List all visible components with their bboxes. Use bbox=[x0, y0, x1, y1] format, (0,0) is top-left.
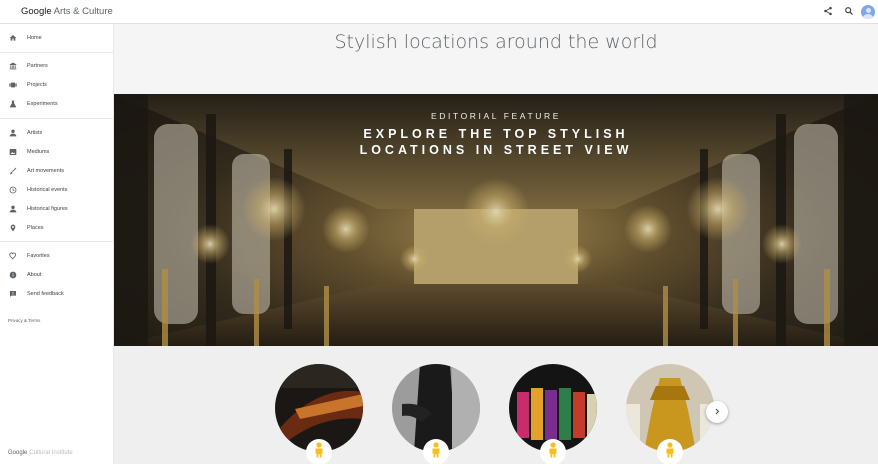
nav-item-label: Mediums bbox=[27, 149, 50, 155]
pegman-badge[interactable] bbox=[423, 439, 449, 464]
chevron-right-icon bbox=[713, 403, 722, 421]
brand-product: Arts & Culture bbox=[53, 6, 113, 17]
nav-item-art-movements[interactable]: Art movements bbox=[0, 163, 113, 179]
navigation-drawer: Home Partners Projects Experiments Artis… bbox=[0, 24, 114, 464]
nav-item-label: Art movements bbox=[27, 168, 64, 174]
brand-google: Google bbox=[21, 6, 52, 17]
person-icon bbox=[9, 129, 17, 137]
heart-icon bbox=[9, 252, 17, 260]
footer-brand-google: Google bbox=[8, 450, 28, 456]
pegman-badge[interactable] bbox=[306, 439, 332, 464]
nav-item-home[interactable]: Home bbox=[0, 30, 113, 46]
nav-item-label: Historical figures bbox=[27, 206, 68, 212]
pegman-icon bbox=[664, 441, 676, 463]
nav-item-label: Artists bbox=[27, 130, 43, 136]
nav-item-label: Favorites bbox=[27, 253, 50, 259]
divider bbox=[0, 241, 113, 242]
nav-item-mediums[interactable]: Mediums bbox=[0, 144, 113, 160]
clock-icon bbox=[9, 186, 17, 194]
share-icon bbox=[823, 3, 833, 21]
place-pin-icon bbox=[9, 224, 17, 232]
top-app-bar: Google Arts & Culture bbox=[0, 0, 878, 24]
footer-logo[interactable]: Google Cultural Institute bbox=[8, 450, 73, 456]
pegman-icon bbox=[313, 441, 325, 463]
hero-banner[interactable]: EDITORIAL FEATURE EXPLORE THE TOP STYLIS… bbox=[114, 94, 878, 346]
hero-kicker: EDITORIAL FEATURE bbox=[430, 111, 561, 121]
nav-item-favorites[interactable]: Favorites bbox=[0, 248, 113, 264]
projects-icon bbox=[9, 81, 17, 89]
terms-link[interactable]: Terms bbox=[28, 318, 40, 323]
info-icon bbox=[9, 271, 17, 279]
footer-brand-product: Cultural Institute bbox=[29, 450, 73, 456]
pegman-badge[interactable] bbox=[540, 439, 566, 464]
nav-item-label: Places bbox=[27, 225, 44, 231]
nav-item-historical-events[interactable]: Historical events bbox=[0, 182, 113, 198]
nav-item-historical-figures[interactable]: Historical figures bbox=[0, 201, 113, 217]
search-button[interactable] bbox=[842, 5, 856, 19]
flask-icon bbox=[9, 100, 17, 108]
nav-item-about[interactable]: About bbox=[0, 267, 113, 283]
nav-item-label: Send feedback bbox=[27, 291, 64, 297]
app-logo[interactable]: Google Arts & Culture bbox=[21, 6, 113, 17]
nav-item-send-feedback[interactable]: Send feedback bbox=[0, 286, 113, 302]
search-icon bbox=[844, 3, 854, 21]
pegman-icon bbox=[430, 441, 442, 463]
hero-title-line: EXPLORE THE TOP STYLISH bbox=[363, 127, 629, 141]
privacy-link[interactable]: Privacy bbox=[8, 318, 23, 323]
home-icon bbox=[9, 34, 17, 42]
pegman-badge[interactable] bbox=[657, 439, 683, 464]
brush-icon bbox=[9, 167, 17, 175]
main-content: Stylish locations around the world EDITO… bbox=[114, 24, 878, 464]
nav-item-label: About bbox=[27, 272, 42, 278]
nav-item-label: Home bbox=[27, 35, 42, 41]
pegman-icon bbox=[547, 441, 559, 463]
hero-title: EXPLORE THE TOP STYLISH LOCATIONS IN STR… bbox=[114, 126, 878, 158]
account-avatar[interactable] bbox=[861, 5, 875, 19]
carousel bbox=[114, 346, 878, 464]
legal-links: Privacy & Terms bbox=[8, 318, 40, 323]
divider bbox=[0, 52, 113, 53]
museum-icon bbox=[9, 62, 17, 70]
nav-item-label: Projects bbox=[27, 82, 47, 88]
divider bbox=[0, 118, 113, 119]
carousel-next-button[interactable] bbox=[706, 401, 728, 423]
feedback-icon bbox=[9, 290, 17, 298]
nav-item-partners[interactable]: Partners bbox=[0, 58, 113, 74]
nav-item-experiments[interactable]: Experiments bbox=[0, 96, 113, 112]
nav-item-projects[interactable]: Projects bbox=[0, 77, 113, 93]
hero-title-line: LOCATIONS IN STREET VIEW bbox=[359, 143, 633, 157]
nav-item-label: Experiments bbox=[27, 101, 58, 107]
person-icon bbox=[9, 205, 17, 213]
nav-item-label: Historical events bbox=[27, 187, 68, 193]
page-title: Stylish locations around the world bbox=[334, 31, 658, 53]
image-icon bbox=[9, 148, 17, 156]
nav-item-label: Partners bbox=[27, 63, 48, 69]
nav-item-artists[interactable]: Artists bbox=[0, 125, 113, 141]
nav-item-places[interactable]: Places bbox=[0, 220, 113, 236]
share-button[interactable] bbox=[821, 5, 835, 19]
